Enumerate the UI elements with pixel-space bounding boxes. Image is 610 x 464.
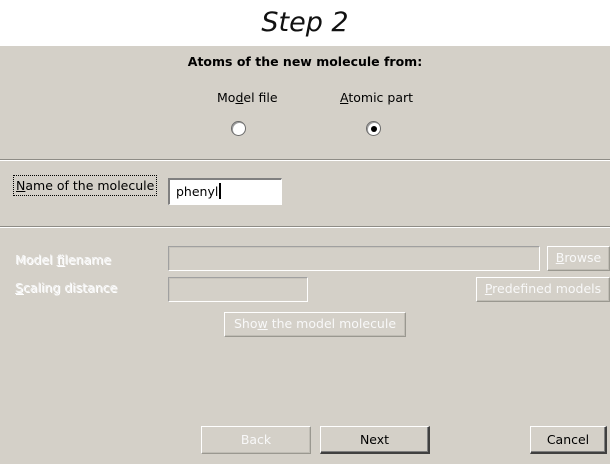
show-model-molecule-button[interactable]: Show the model molecule: [224, 312, 406, 337]
label-part: caling distance: [22, 280, 118, 295]
cancel-button[interactable]: Cancel: [530, 426, 607, 454]
radio-selected-dot: [370, 125, 377, 132]
source-heading: Atoms of the new molecule from:: [187, 54, 423, 69]
label-part: redefined models: [492, 281, 602, 296]
next-button[interactable]: Next: [320, 426, 430, 454]
model-filename-input[interactable]: [168, 246, 540, 271]
label-part: the model molecule: [267, 316, 397, 331]
text-caret: [219, 183, 221, 199]
cancel-button-label: Cancel: [546, 432, 590, 447]
model-file-option-label[interactable]: Model file: [217, 90, 278, 105]
label-accesskey: w: [257, 316, 268, 331]
label-accesskey: N: [16, 178, 26, 193]
molecule-name-label: Name of the molecule: [13, 175, 158, 196]
label-part: ame of the molecule: [25, 178, 155, 193]
label-part: Model: [15, 252, 57, 267]
label-part: Sho: [233, 316, 258, 331]
model-filename-label: Model filename: [15, 252, 111, 267]
atomic-part-option-label[interactable]: Atomic part: [340, 90, 413, 105]
next-button-label: Next: [359, 432, 390, 447]
predefined-models-button[interactable]: Predefined models: [476, 277, 610, 302]
atomic-part-radio[interactable]: [366, 121, 381, 136]
molecule-name-input[interactable]: phenyl: [168, 178, 282, 205]
model-file-radio[interactable]: [231, 121, 246, 136]
separator: [0, 226, 610, 228]
label-part: tomic part: [348, 90, 414, 105]
separator: [0, 159, 610, 161]
scaling-distance-input[interactable]: [168, 277, 308, 302]
label-accesskey: S: [15, 280, 23, 295]
molecule-name-value: phenyl: [176, 184, 219, 199]
molecule-wizard-dialog: Atoms of the new molecule from: Model fi…: [0, 46, 610, 464]
label-part: ilename: [64, 252, 112, 267]
back-button-label: Back: [240, 432, 272, 447]
scaling-distance-label: Scaling distance: [15, 280, 117, 295]
browse-button[interactable]: Browse: [547, 246, 610, 271]
back-button[interactable]: Back: [201, 426, 311, 454]
step-title: Step 2: [0, 0, 610, 46]
label-part: el file: [243, 90, 278, 105]
label-part: rowse: [564, 250, 602, 265]
label-part: Mo: [217, 90, 236, 105]
